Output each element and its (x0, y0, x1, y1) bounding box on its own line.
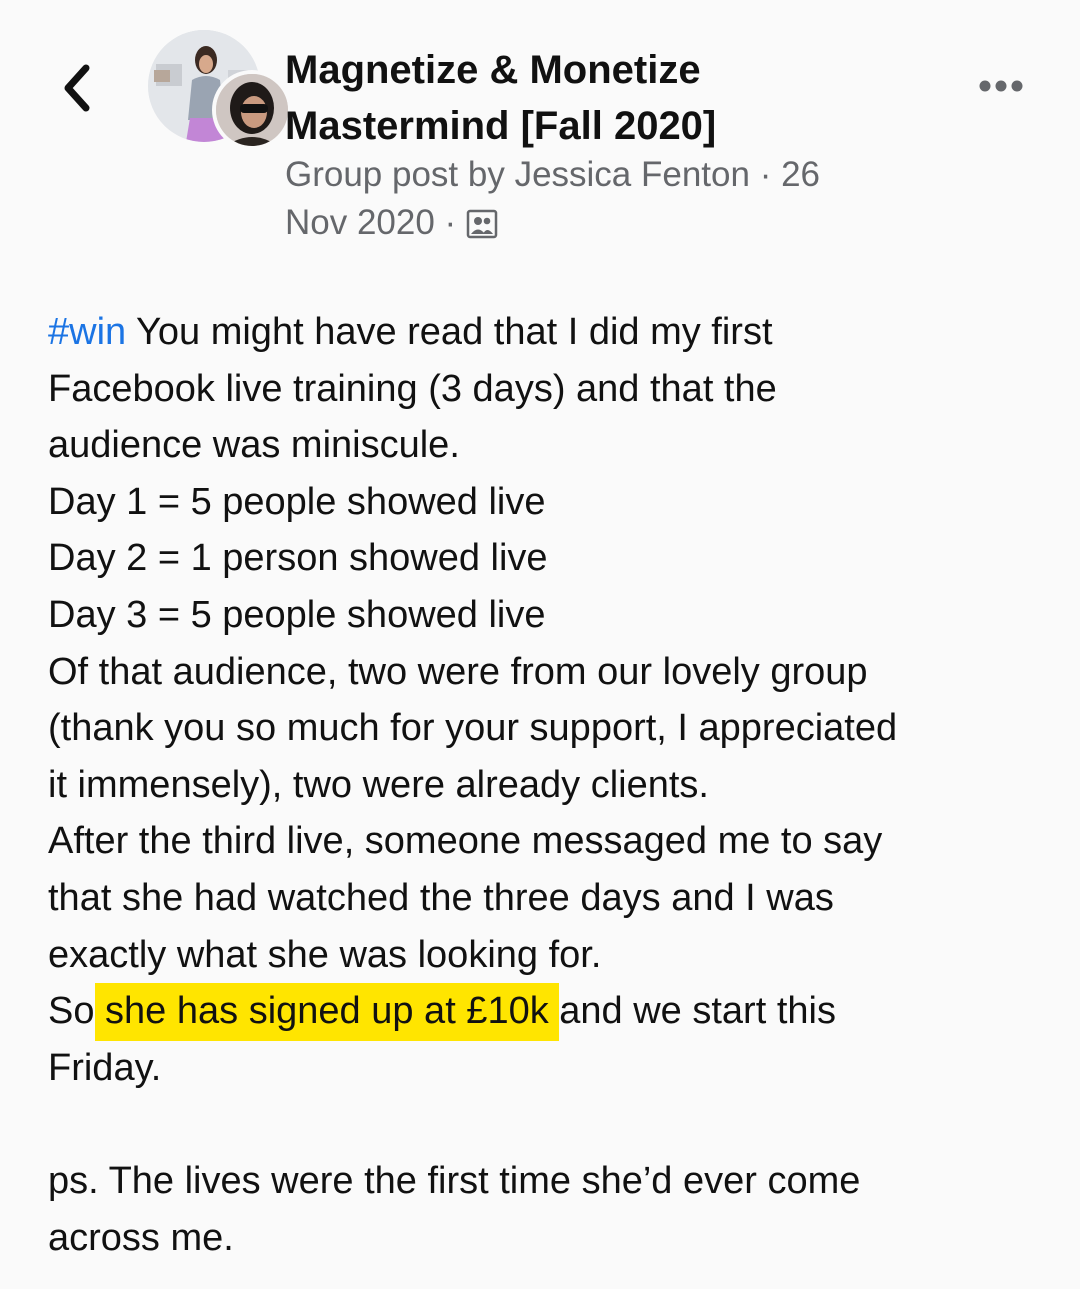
post-line: Friday. (48, 1046, 162, 1089)
post-line: Day 1 = 5 people showed live (48, 480, 546, 523)
avatar-stack[interactable] (148, 30, 292, 150)
post-line: #win You might have read that I did my f… (48, 304, 1038, 361)
post-text: and we start this (548, 990, 836, 1033)
post-line: So she has signed up at £10k and we star… (48, 983, 1038, 1042)
post-line: audience was miniscule. (48, 424, 460, 467)
post-text: You might have read that I did my first (126, 311, 773, 353)
group-name-line-2[interactable]: Mastermind [Fall 2020] (285, 98, 925, 154)
more-options-button[interactable] (976, 76, 1026, 96)
back-button[interactable] (52, 54, 112, 118)
post-line: exactly what she was looking for. (48, 933, 602, 976)
post-line: Facebook live training (3 days) and that… (48, 367, 777, 410)
group-audience-icon (466, 209, 498, 239)
highlighted-text: she has signed up at £10k (95, 983, 559, 1042)
hashtag-link[interactable]: #win (48, 311, 126, 353)
post-line: (thank you so much for your support, I a… (48, 707, 898, 750)
post-line: that she had watched the three days and … (48, 876, 834, 919)
author-photo (216, 74, 288, 146)
post-line: After the third live, someone messaged m… (48, 820, 883, 863)
post-meta: Group post by Jessica Fenton · 26 Nov 20… (285, 151, 925, 247)
meta-line-1: Group post by Jessica Fenton · 26 (285, 155, 820, 194)
meta-line-2: Nov 2020 · (285, 199, 925, 247)
post-line: Of that audience, two were from our love… (48, 650, 868, 693)
post-body: #win You might have read that I did my f… (48, 304, 1038, 1266)
group-name[interactable]: Magnetize & Monetize Mastermind [Fall 20… (285, 42, 925, 154)
author-avatar[interactable] (212, 70, 292, 150)
post-line: Day 3 = 5 people showed live (48, 593, 546, 636)
chevron-left-icon (64, 64, 90, 112)
post-line: ps. The lives were the first time she’d … (48, 1159, 861, 1202)
post-line: Day 2 = 1 person showed live (48, 537, 548, 580)
post-line: across me. (48, 1216, 234, 1259)
post-date: Nov 2020 · (285, 203, 457, 242)
post-line: it immensely), two were already clients. (48, 763, 709, 806)
post-header: Magnetize & Monetize Mastermind [Fall 20… (0, 0, 1080, 270)
group-name-line-1[interactable]: Magnetize & Monetize (285, 42, 925, 98)
more-horizontal-icon (979, 80, 1023, 92)
